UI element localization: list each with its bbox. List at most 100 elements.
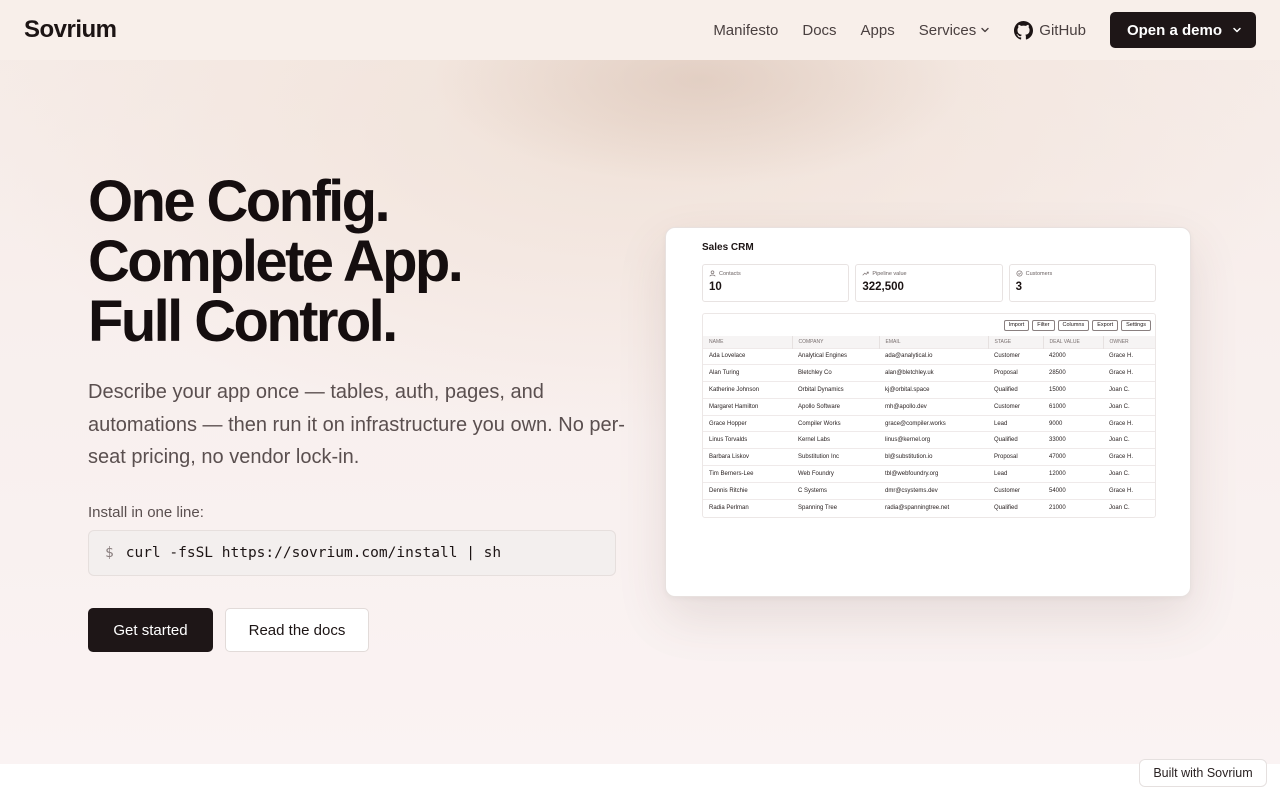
table-cell: Margaret Hamilton	[703, 397, 792, 416]
table-cell: 61000	[1043, 397, 1103, 416]
table-cell: 54000	[1043, 481, 1103, 500]
table-cell: Joan C.	[1103, 498, 1155, 516]
github-label: GitHub	[1039, 21, 1086, 39]
table-row[interactable]: Tim Berners-Lee Web Foundry tbl@webfoundry…	[703, 465, 1155, 483]
table-cell: Dennis Ritchie	[703, 481, 792, 500]
install-command[interactable]: curl -fsSL https://sovrium.com/install |…	[126, 545, 501, 561]
stats-row: Contacts 10 Pipeline value 322,500 Custo…	[702, 264, 1156, 302]
table-cell: radia@spanningtree.net	[879, 498, 988, 516]
table-cell: Proposal	[988, 448, 1043, 466]
top-nav: Sovrium Manifesto Docs Apps Services Git…	[0, 0, 1280, 60]
table-cell: 33000	[1043, 431, 1103, 449]
table-row[interactable]: Linus Torvalds Kernel Labs linus@kernel.or…	[703, 431, 1155, 449]
table-toolbar: Import Filter Columns Export Settings	[703, 314, 1155, 336]
hero-headline: One Config. Complete App. Full Control.	[88, 169, 464, 354]
table-row[interactable]: Radia Perlman Spanning Tree radia@spanning…	[703, 498, 1155, 516]
table-cell: Bletchley Co	[792, 364, 879, 382]
stat-card-contacts: Contacts 10	[702, 264, 850, 302]
table-cell: Substitution Inc	[792, 448, 879, 466]
column-header[interactable]: Deal value	[1043, 336, 1104, 348]
check-circle-icon	[1016, 270, 1023, 277]
table-cell: tbl@webfoundry.org	[879, 465, 988, 483]
table-cell: C Systems	[792, 481, 879, 500]
nav-links: Manifesto Docs Apps Services GitHub Open…	[713, 12, 1256, 48]
table-cell: Joan C.	[1103, 397, 1155, 416]
filter-button[interactable]: Filter	[1032, 319, 1055, 331]
preview-title: Sales CRM	[702, 242, 754, 253]
stat-value: 10	[709, 281, 722, 293]
below-fold	[0, 764, 1280, 800]
headline-line-3: Full Control.	[88, 289, 398, 354]
table-cell: Orbital Dynamics	[792, 381, 879, 399]
table-cell: Qualified	[988, 381, 1043, 399]
table-cell: bl@substitution.io	[879, 448, 988, 466]
nav-link-services[interactable]: Services	[919, 22, 991, 39]
stat-label: Customers	[1025, 270, 1053, 277]
read-docs-button[interactable]: Read the docs	[225, 608, 369, 652]
records-table: Name Company Email Stage Deal value Owne…	[703, 336, 1155, 516]
table-cell: Apollo Software	[792, 397, 879, 416]
table-cell: 9000	[1043, 414, 1103, 432]
table-cell: Lead	[988, 414, 1043, 432]
table-cell: Grace H.	[1103, 448, 1155, 466]
table-row[interactable]: Barbara Liskov Substitution Inc bl@substit…	[703, 448, 1155, 466]
trend-up-icon	[862, 271, 869, 276]
nav-link-docs[interactable]: Docs	[802, 22, 836, 39]
settings-button[interactable]: Settings	[1121, 319, 1151, 331]
get-started-button[interactable]: Get started	[88, 608, 213, 652]
table-cell: Radia Perlman	[703, 498, 792, 516]
table-cell: 28500	[1043, 364, 1103, 382]
headline-line-2: Complete App.	[88, 229, 464, 294]
built-with-badge[interactable]: Built with Sovrium	[1139, 759, 1267, 787]
open-demo-button[interactable]: Open a demo	[1109, 12, 1256, 48]
table-cell: Joan C.	[1103, 381, 1155, 399]
app-preview-card: Sales CRM Contacts 10 Pipeline value 322…	[665, 227, 1191, 597]
table-cell: 47000	[1043, 448, 1103, 466]
export-button[interactable]: Export	[1092, 319, 1119, 331]
table-cell: Grace H.	[1103, 364, 1155, 382]
chevron-down-icon	[1233, 27, 1241, 33]
nav-link-github[interactable]: GitHub	[1014, 20, 1086, 40]
columns-button[interactable]: Columns	[1057, 319, 1090, 331]
table-cell: Alan Turing	[703, 364, 792, 382]
table-cell: Proposal	[988, 364, 1043, 382]
table-row[interactable]: Katherine Johnson Orbital Dynamics kj@orbi…	[703, 381, 1155, 399]
table-row[interactable]: Dennis Ritchie C Systems dmr@csystems.dev C…	[703, 481, 1155, 500]
table-row[interactable]: Ada Lovelace Analytical Engines ada@analyt…	[703, 347, 1155, 365]
table-cell: Kernel Labs	[792, 431, 879, 449]
table-cell: linus@kernel.org	[879, 431, 988, 449]
table-body: Ada Lovelace Analytical Engines ada@analyt…	[703, 347, 1155, 516]
column-header[interactable]: Company	[792, 336, 880, 348]
table-row[interactable]: Margaret Hamilton Apollo Software mh@apoll…	[703, 397, 1155, 416]
table-cell: Spanning Tree	[792, 498, 879, 516]
install-command-box[interactable]: $ curl -fsSL https://sovrium.com/install…	[88, 530, 616, 576]
table-cell: Grace Hopper	[703, 414, 792, 432]
crm-table: Import Filter Columns Export Settings Na…	[702, 313, 1156, 518]
table-cell: 42000	[1043, 347, 1103, 365]
column-header[interactable]: Name	[703, 336, 793, 348]
table-row[interactable]: Grace Hopper Compiler Works grace@compiler…	[703, 414, 1155, 432]
column-header[interactable]: Owner	[1103, 336, 1155, 348]
table-cell: alan@bletchley.uk	[879, 364, 988, 382]
stat-value: 3	[1015, 281, 1023, 293]
logo[interactable]: Sovrium	[24, 16, 117, 44]
table-cell: Ada Lovelace	[703, 347, 792, 365]
table-row[interactable]: Alan Turing Bletchley Co alan@bletchley.uk…	[703, 364, 1155, 382]
headline-line-1: One Config.	[88, 169, 391, 234]
nav-link-manifesto[interactable]: Manifesto	[713, 22, 778, 39]
table-cell: Customer	[988, 481, 1043, 500]
users-icon	[709, 270, 716, 277]
table-cell: 21000	[1043, 498, 1103, 516]
nav-link-apps[interactable]: Apps	[861, 22, 895, 39]
import-button[interactable]: Import	[1003, 319, 1030, 331]
table-cell: 15000	[1043, 381, 1103, 399]
table-cell: Qualified	[988, 498, 1043, 516]
chevron-down-icon	[981, 27, 989, 33]
open-demo-label: Open a demo	[1126, 21, 1222, 39]
column-header[interactable]: Email	[879, 336, 989, 348]
table-cell: Grace H.	[1103, 414, 1155, 432]
table-cell: Joan C.	[1103, 431, 1155, 449]
column-header[interactable]: Stage	[988, 336, 1044, 348]
table-cell: Joan C.	[1103, 465, 1155, 483]
stat-value: 322,500	[862, 281, 904, 293]
